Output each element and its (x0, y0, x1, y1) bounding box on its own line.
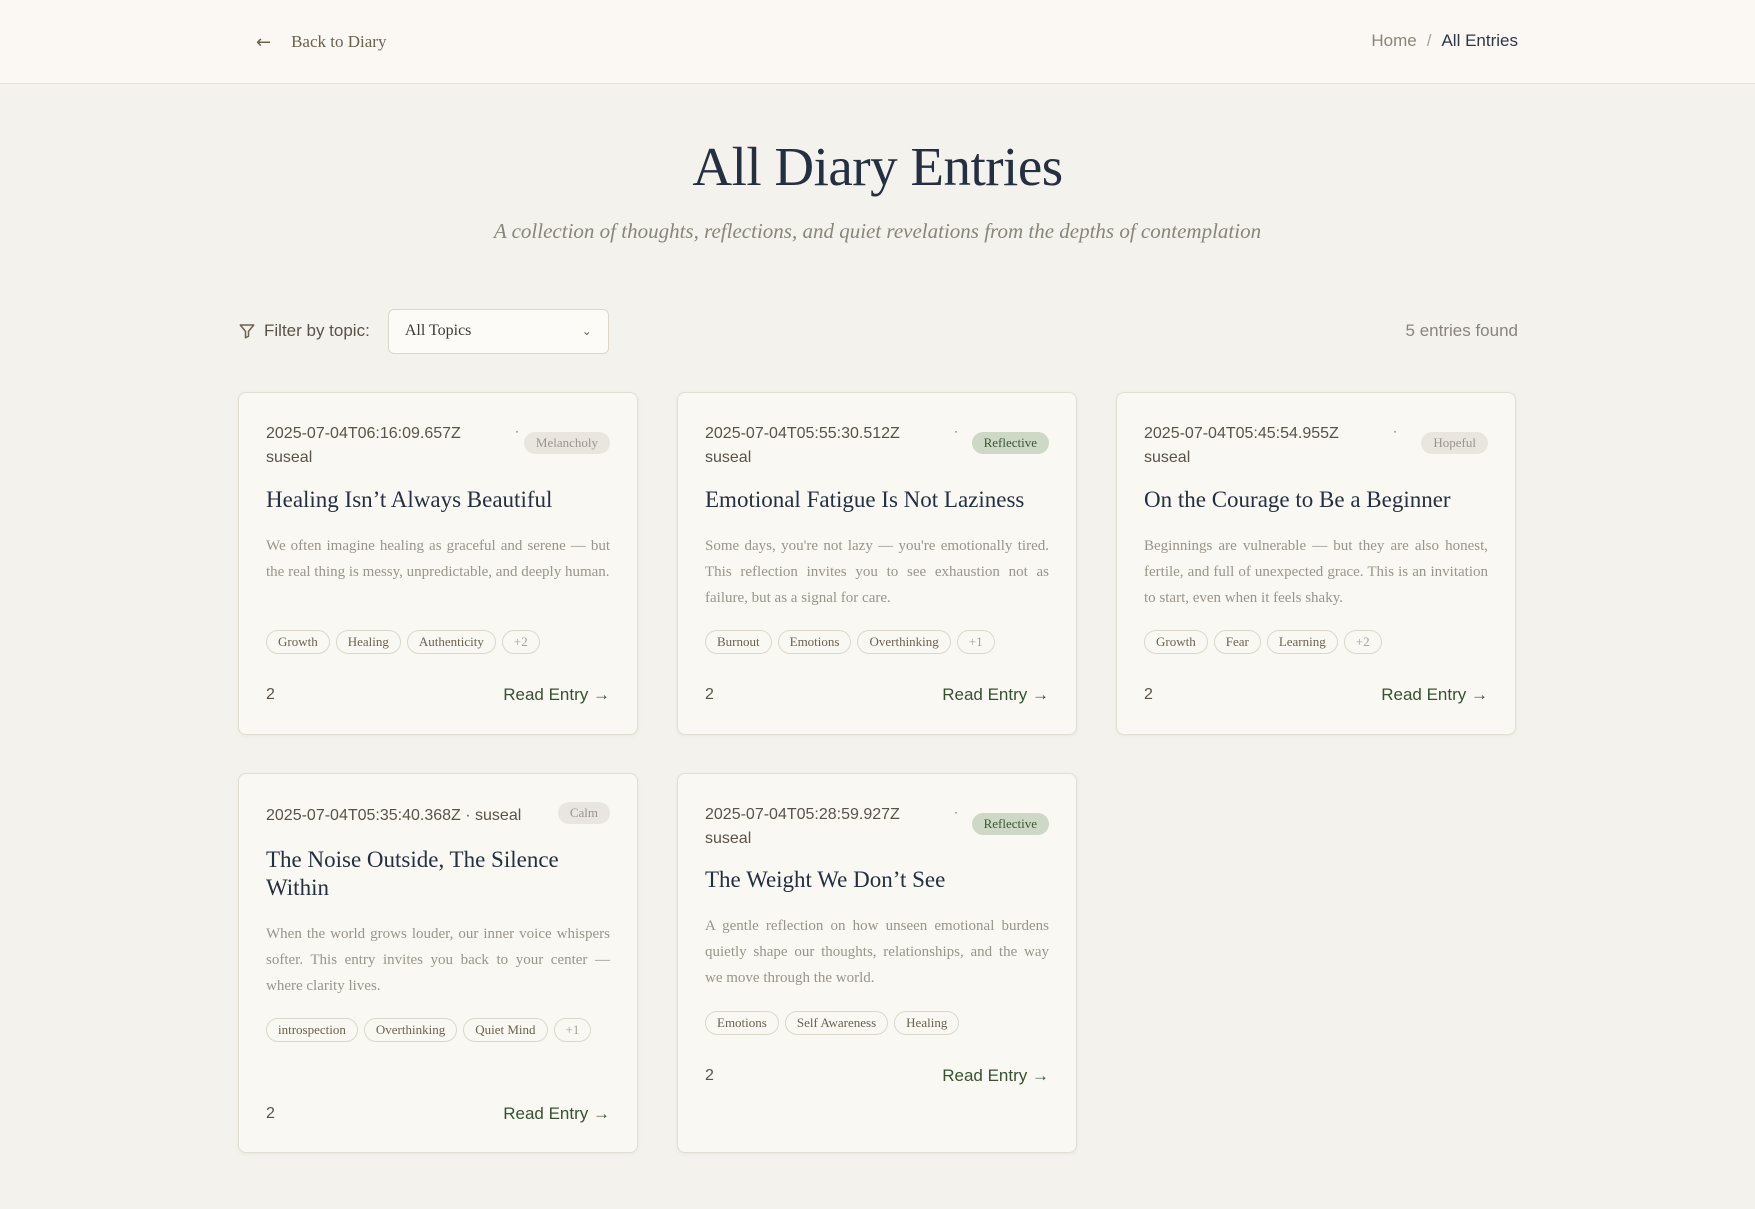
tag[interactable]: Learning (1266, 630, 1338, 654)
entry-title[interactable]: Healing Isn’t Always Beautiful (266, 486, 610, 514)
entry-date: 2025-07-04T05:28:59.927Z (705, 806, 900, 823)
entry-meta: 2025-07-04T05:35:40.368Z · suseal (266, 807, 522, 824)
entry-meta: 2025-07-04T05:28:59.927Z suseal (705, 803, 935, 851)
entry-title[interactable]: The Weight We Don’t See (705, 866, 1049, 894)
entry-title[interactable]: On the Courage to Be a Beginner (1144, 486, 1488, 514)
more-tags-badge[interactable]: +2 (501, 630, 540, 654)
meta-separator: · (954, 805, 958, 819)
top-bar: ← Back to Diary Home / All Entries (0, 0, 1755, 84)
entry-date: 2025-07-04T05:45:54.955Z (1144, 425, 1339, 442)
entry-date: 2025-07-04T06:16:09.657Z (266, 425, 461, 442)
tag[interactable]: Overthinking (363, 1018, 458, 1042)
tag[interactable]: Overthinking (857, 630, 951, 654)
entry-excerpt: Some days, you're not lazy — you're emot… (705, 538, 1049, 606)
entry-count: 2 (266, 686, 275, 703)
entry-tags: introspection Overthinking Quiet Mind +1 (266, 1018, 610, 1042)
mood-badge: Calm (557, 802, 610, 824)
entry-card: 2025-07-04T05:28:59.927Z suseal · Reflec… (677, 773, 1077, 1153)
entry-author: suseal (266, 449, 313, 466)
entry-author: suseal (705, 449, 752, 466)
entry-tags: Growth Healing Authenticity +2 (266, 630, 610, 654)
entry-tags: Growth Fear Learning +2 (1144, 630, 1488, 654)
read-entry-link[interactable]: Read Entry → (503, 685, 610, 705)
entry-tags: Burnout Emotions Overthinking +1 (705, 630, 1049, 654)
tag[interactable]: Emotions (777, 630, 852, 654)
breadcrumb-current: All Entries (1441, 31, 1518, 50)
entry-count: 2 (1144, 686, 1153, 703)
more-tags-badge[interactable]: +1 (553, 1018, 592, 1042)
read-entry-link[interactable]: Read Entry → (503, 1104, 610, 1124)
entries-count: 5 entries found (1405, 321, 1518, 340)
entry-excerpt: We often imagine healing as graceful and… (266, 538, 610, 580)
filter-icon (239, 324, 255, 339)
entry-meta: 2025-07-04T05:45:54.955Z suseal (1144, 422, 1374, 470)
entry-count: 2 (705, 1067, 714, 1084)
entry-count: 2 (266, 1105, 275, 1122)
tag[interactable]: Growth (1144, 630, 1208, 654)
breadcrumb-home[interactable]: Home (1371, 31, 1416, 51)
chevron-down-icon: ⌄ (581, 324, 592, 338)
read-entry-link[interactable]: Read Entry → (942, 685, 1049, 705)
meta-separator: · (1393, 424, 1397, 438)
entry-count: 2 (705, 686, 714, 703)
back-to-diary-link[interactable]: ← Back to Diary (256, 28, 386, 56)
filter-label: Filter by topic: (264, 321, 370, 340)
page-title: All Diary Entries (692, 136, 1063, 197)
page-subtitle: A collection of thoughts, reflections, a… (493, 219, 1262, 243)
meta-separator: · (954, 424, 958, 438)
tag[interactable]: Growth (266, 630, 330, 654)
tag[interactable]: Quiet Mind (463, 1018, 548, 1042)
tag[interactable]: Burnout (705, 630, 772, 654)
entry-tags: Emotions Self Awareness Healing (705, 1011, 1049, 1035)
tag[interactable]: Healing (335, 630, 401, 654)
mood-badge: Reflective (971, 813, 1049, 835)
more-tags-badge[interactable]: +2 (1343, 630, 1382, 654)
breadcrumb: Home / All Entries (1371, 31, 1518, 51)
tag[interactable]: introspection (266, 1018, 358, 1042)
mood-badge: Reflective (971, 432, 1049, 454)
topic-select[interactable]: All Topics ⌄ (387, 308, 609, 354)
tag[interactable]: Authenticity (406, 630, 496, 654)
entry-card: 2025-07-04T06:16:09.657Z suseal · Melanc… (238, 392, 638, 735)
entry-card: 2025-07-04T05:45:54.955Z suseal · Hopefu… (1116, 392, 1516, 735)
entry-meta: 2025-07-04T05:55:30.512Z suseal (705, 422, 935, 470)
more-tags-badge[interactable]: +1 (956, 630, 995, 654)
read-entry-link[interactable]: Read Entry → (942, 1066, 1049, 1086)
entry-meta: 2025-07-04T06:16:09.657Z suseal (266, 422, 496, 470)
read-entry-link[interactable]: Read Entry → (1381, 685, 1488, 705)
tag[interactable]: Self Awareness (784, 1011, 889, 1035)
topic-select-value: All Topics (404, 322, 472, 339)
tag[interactable]: Fear (1213, 630, 1261, 654)
arrow-left-icon: ← (256, 31, 272, 53)
tag[interactable]: Healing (894, 1011, 960, 1035)
entry-excerpt: When the world grows louder, our inner v… (266, 926, 610, 994)
entry-card: 2025-07-04T05:55:30.512Z suseal · Reflec… (677, 392, 1077, 735)
breadcrumb-separator: / (1426, 31, 1432, 50)
entry-excerpt: A gentle reflection on how unseen emotio… (705, 918, 1049, 986)
entry-card: 2025-07-04T05:35:40.368Z · suseal Calm T… (238, 773, 638, 1153)
entry-author: suseal (1144, 449, 1191, 466)
back-link-label: Back to Diary (291, 32, 387, 51)
entry-title[interactable]: The Noise Outside, The Silence Within (266, 846, 610, 902)
meta-separator: · (515, 424, 519, 438)
topic-filter: Filter by topic: All Topics ⌄ (238, 307, 609, 355)
entry-author: suseal (705, 830, 752, 847)
mood-badge: Hopeful (1421, 432, 1488, 454)
entry-date: 2025-07-04T05:55:30.512Z (705, 425, 900, 442)
tag[interactable]: Emotions (705, 1011, 779, 1035)
mood-badge: Melancholy (523, 432, 610, 454)
entry-title[interactable]: Emotional Fatigue Is Not Laziness (705, 486, 1049, 514)
entry-excerpt: Beginnings are vulnerable — but they are… (1144, 538, 1488, 606)
